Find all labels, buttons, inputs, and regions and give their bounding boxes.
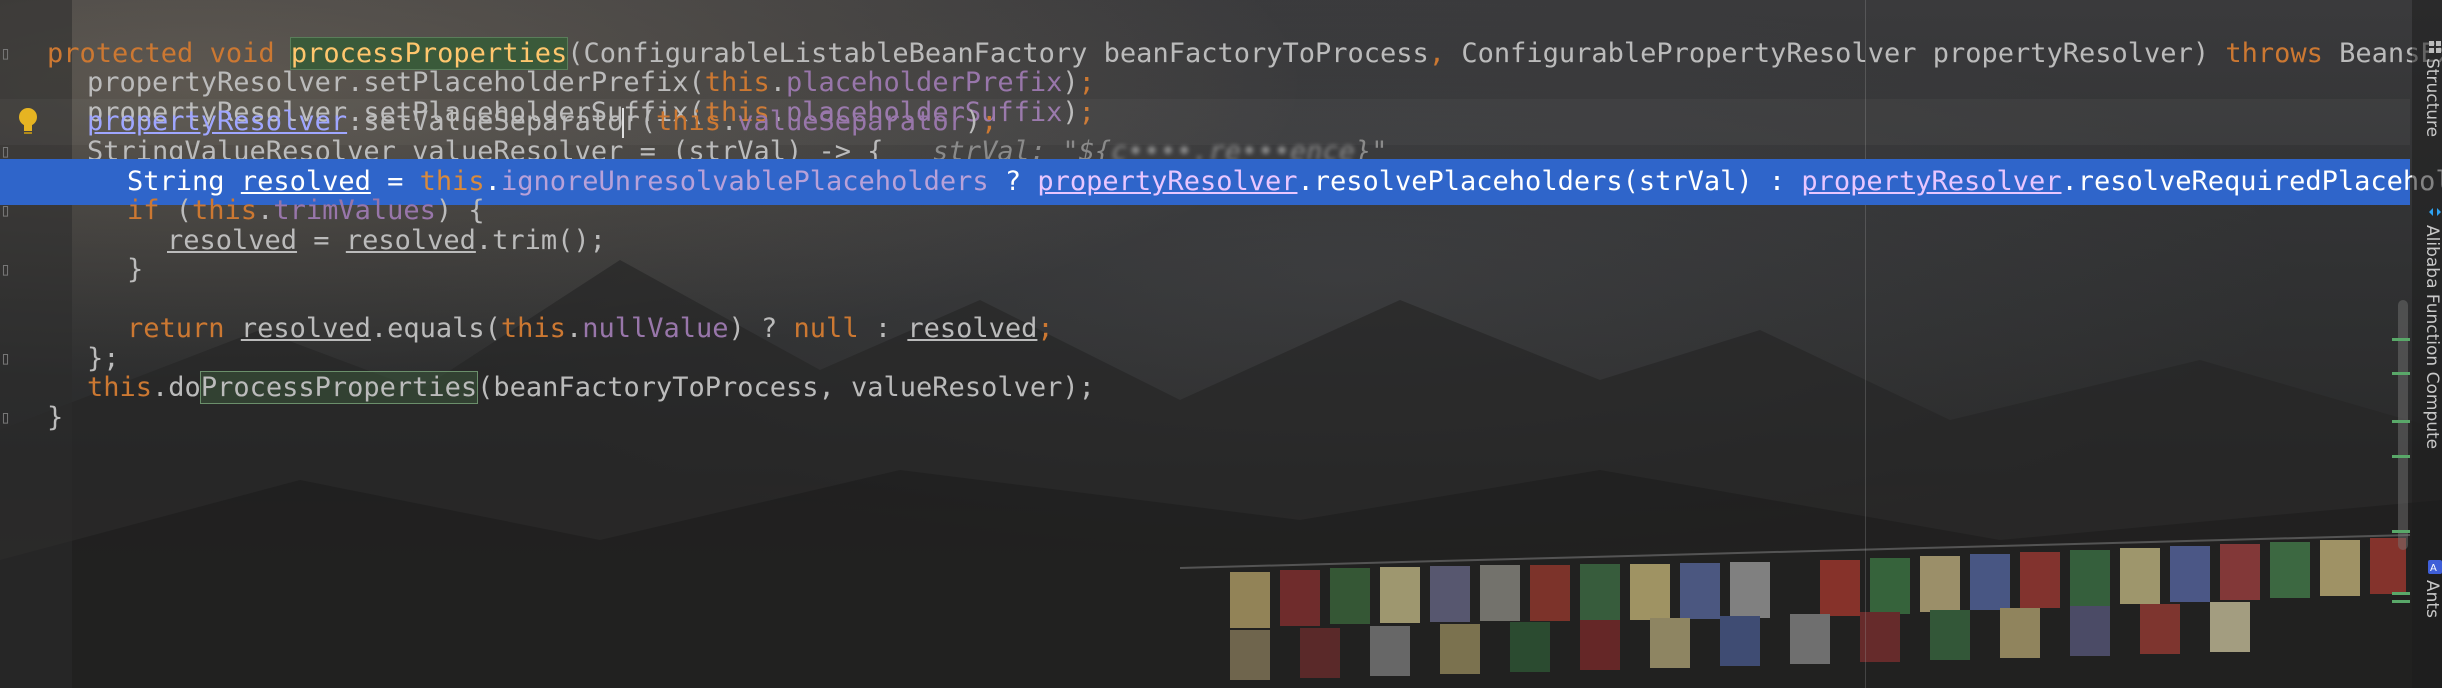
change-marker[interactable] — [2392, 338, 2410, 341]
structure-icon[interactable] — [2428, 40, 2442, 54]
change-marker[interactable] — [2392, 600, 2410, 603]
code-line-14[interactable]: ▯ } — [0, 395, 2410, 441]
change-marker[interactable] — [2392, 372, 2410, 375]
change-marker[interactable] — [2392, 420, 2410, 423]
tool-window-tab-ants[interactable]: Ants — [2422, 580, 2442, 618]
closing-brace: } — [127, 254, 144, 285]
ants-icon[interactable]: A — [2428, 560, 2442, 574]
change-marker[interactable] — [2392, 455, 2410, 458]
tool-window-tab-structure[interactable]: Structure — [2422, 58, 2442, 137]
alibaba-cloud-icon[interactable] — [2428, 205, 2442, 219]
change-marker[interactable] — [2392, 592, 2410, 595]
fold-marker-icon[interactable]: ▯ — [0, 409, 16, 427]
lightbulb-intention-icon[interactable] — [16, 106, 40, 136]
fold-marker-icon[interactable]: ▯ — [0, 261, 16, 279]
code-line-9[interactable]: ▯ } — [0, 247, 2410, 293]
svg-text:A: A — [2430, 563, 2437, 574]
closing-brace: } — [47, 402, 64, 433]
tool-window-tab-alibaba-function-compute[interactable]: Alibaba Function Compute — [2422, 225, 2442, 449]
change-marker[interactable] — [2392, 530, 2410, 533]
